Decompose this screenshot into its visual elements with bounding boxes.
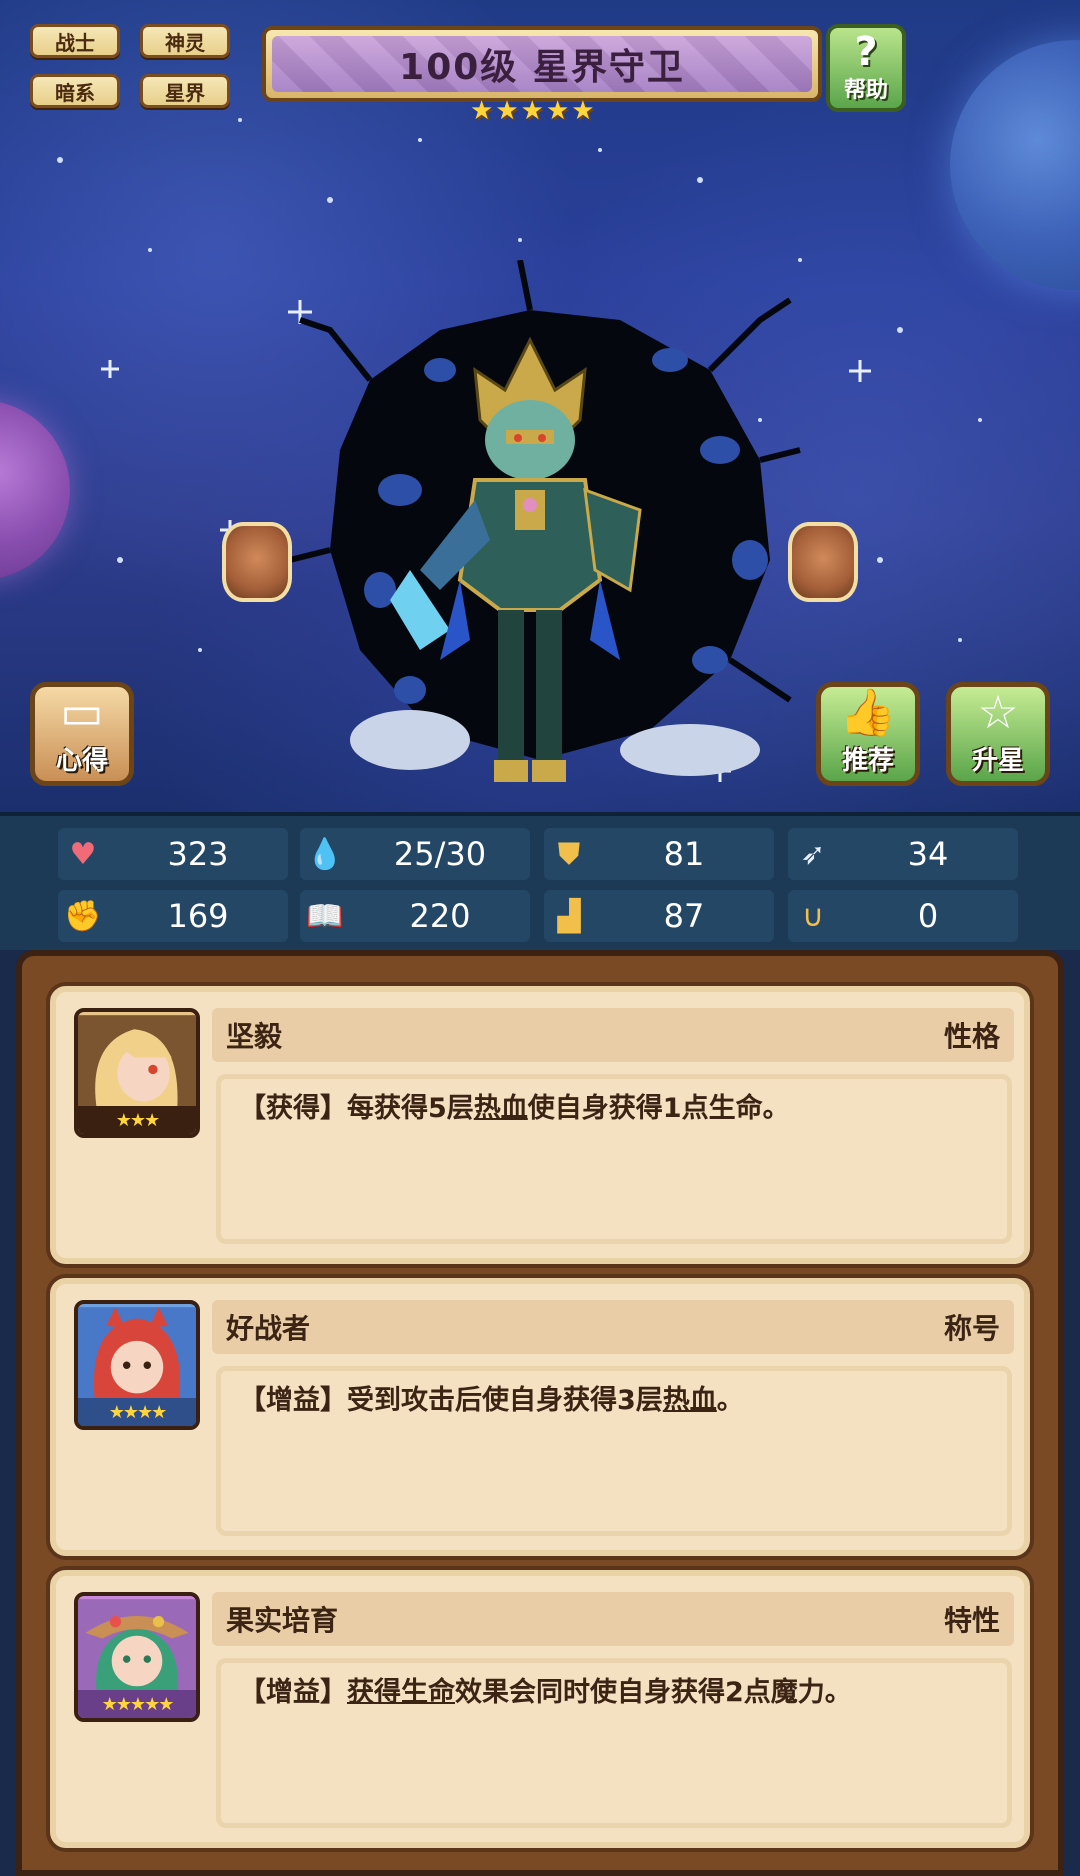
star-icon: ★ [545,96,570,126]
stat-value: 87 [663,897,705,935]
trait-description: 【增益】获得生命效果会同时使自身获得2点魔力。 [216,1658,1012,1828]
star-badge-icon: ☆ [977,685,1019,739]
stat-value: 323 [167,835,229,873]
trait-type: 特性 [943,1604,1000,1637]
trait-portrait: ★★★★ [74,1300,200,1430]
star-icon: ★ [520,96,544,126]
star-icon: ★ [571,96,595,126]
desc-text: 。 [716,1385,744,1416]
stat-hp: ♥ 323 [58,828,288,880]
horseshoe-icon: ∪ [802,898,824,934]
stat-luck: ∪ 0 [788,890,1018,942]
portrait-stars: ★★★★★ [78,1690,196,1718]
keyword-link[interactable]: 热血 [663,1385,717,1416]
stat-attack: ✊ 169 [58,890,288,942]
star-guardian-character[interactable] [380,330,680,800]
portrait-stars: ★★★★ [78,1398,196,1426]
desc-text: 效果会同时使自身获得2点魔力。 [455,1677,852,1708]
stat-value: 0 [917,897,939,935]
trait-portrait: ★★★ [74,1008,200,1138]
stat-value: 81 [663,835,705,873]
stat-value: 220 [409,897,471,935]
traits-panel: ★★★ 坚毅 性格 【获得】每获得5层热血使自身获得1点生命。 ★★★★ 好战者… [16,950,1064,1876]
tag-realm: 星界 [140,74,230,108]
tag-class: 战士 [30,24,120,58]
help-label: 帮助 [843,78,888,103]
star-rating: ★ ★ ★ ★ ★ [470,98,595,124]
question-icon: ? [854,29,878,75]
green-hair-ranger-portrait-icon [78,1599,196,1693]
book-icon: 📖 [306,898,344,934]
desc-text: 【获得】每获得5层 [239,1093,474,1124]
desc-text: 【增益】 [239,1677,347,1708]
stat-magic: 📖 220 [300,890,530,942]
redhead-warrior-portrait-icon [78,1307,196,1401]
stat-speed: ▟ 87 [544,890,774,942]
help-button[interactable]: ? 帮助 [826,24,906,112]
trait-header: 好战者 称号 [212,1300,1014,1354]
trait-card[interactable]: ★★★★ 好战者 称号 【增益】受到攻击后使自身获得3层热血。 [50,1278,1030,1556]
trait-header: 坚毅 性格 [212,1008,1014,1062]
recommend-button[interactable]: 👍 推荐 [816,682,920,786]
trait-portrait: ★★★★★ [74,1592,200,1722]
star-icon: ★ [470,96,494,126]
thumbs-up-icon: 👍 [839,685,897,739]
fist-icon: ✊ [64,898,102,934]
stat-agility: ➶ 34 [788,828,1018,880]
heart-icon: ♥ [69,836,97,872]
tag-race: 神灵 [140,24,230,58]
stats-bar: ♥ 323 💧 25/30 ⛊ 81 ➶ 34 ✊ 169 📖 220 ▟ 87… [0,812,1080,950]
trait-type: 称号 [943,1312,1000,1345]
tag-element: 暗系 [30,74,120,108]
trait-type: 性格 [943,1020,1000,1053]
portrait-stars: ★★★ [78,1106,196,1134]
drop-icon: 💧 [306,836,344,872]
star-up-button[interactable]: ☆ 升星 [946,682,1050,786]
trait-card[interactable]: ★★★★★ 果实培育 特性 【增益】获得生命效果会同时使自身获得2点魔力。 [50,1570,1030,1848]
shield-icon: ⛊ [557,836,581,872]
left-relic-token[interactable] [222,522,292,602]
stat-value: 25/30 [393,835,487,873]
character-title: 100级 星界守卫 [272,36,812,92]
recommend-label: 推荐 [841,746,894,776]
right-relic-token[interactable] [788,522,858,602]
desc-text: 使自身获得1点生命。 [527,1093,790,1124]
insight-label: 心得 [55,746,108,776]
trait-name: 坚毅 [226,1020,283,1053]
stat-value: 34 [907,835,949,873]
keyword-link[interactable]: 获得生命 [347,1677,455,1708]
insight-button[interactable]: ▭ 心得 [30,682,134,786]
trait-name: 果实培育 [226,1604,339,1637]
trait-description: 【获得】每获得5层热血使自身获得1点生命。 [216,1074,1012,1244]
blonde-hero-portrait-icon [78,1015,196,1109]
stat-value: 169 [167,897,229,935]
trait-header: 果实培育 特性 [212,1592,1014,1646]
trait-description: 【增益】受到攻击后使自身获得3层热血。 [216,1366,1012,1536]
stat-defense: ⛊ 81 [544,828,774,880]
wing-icon: ➶ [800,836,826,872]
desc-text: 【增益】受到攻击后使自身获得3层 [239,1385,663,1416]
star-up-label: 升星 [971,746,1024,776]
boot-icon: ▟ [557,898,581,934]
trait-name: 好战者 [226,1312,311,1345]
trait-card[interactable]: ★★★ 坚毅 性格 【获得】每获得5层热血使自身获得1点生命。 [50,986,1030,1264]
title-banner: 100级 星界守卫 [262,26,822,102]
keyword-link[interactable]: 热血 [474,1093,528,1124]
hero-scene: 战士 神灵 暗系 星界 100级 星界守卫 ★ ★ ★ ★ ★ ? 帮助 ▭ 心… [0,0,1080,812]
star-icon: ★ [495,96,519,126]
stat-mana: 💧 25/30 [300,828,530,880]
scroll-icon: ▭ [60,685,104,739]
